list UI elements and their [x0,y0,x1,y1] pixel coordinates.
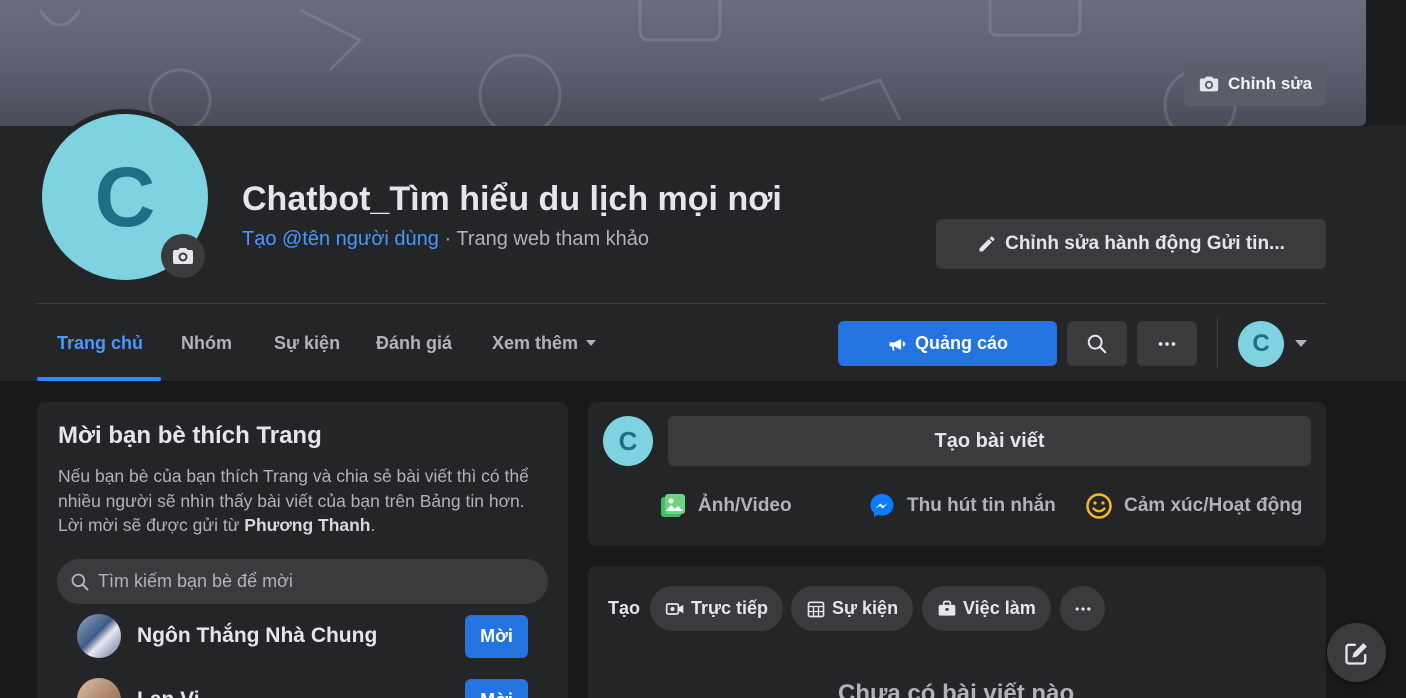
invite-friend-button[interactable]: Mời [465,615,528,658]
empty-feed-text: Chưa có bài viết nào [838,680,1075,698]
list-item[interactable]: Ngôn Thắng Nhà Chung [77,614,377,658]
camera-icon [173,248,193,264]
new-message-button[interactable] [1327,623,1386,682]
tab-events-label: Sự kiện [274,332,341,353]
create-content-card: Tạo Trực tiếp Sự kiện Việc làm [588,566,1326,698]
invite-friends-card: Mời bạn bè thích Trang Nếu bạn bè của bạ… [37,402,568,698]
invite-sender: Phương Thanh [244,515,371,535]
edit-cover-label: Chỉnh sửa [1227,74,1313,93]
invite-desc-suffix: . [370,515,376,535]
briefcase-icon [938,600,956,616]
scrollbar-track [1366,0,1406,126]
caret-down-icon [586,340,597,346]
create-label: Tạo [608,598,641,618]
edit-send-message-action-button[interactable]: Chỉnh sửa hành động Gửi tin... [936,219,1326,269]
account-switcher-avatar[interactable]: C [1238,321,1284,367]
active-tab-indicator [37,377,161,381]
friend-name: Lan Vi [137,688,200,698]
messenger-icon [870,494,894,517]
toolbar-separator [1217,318,1218,368]
megaphone-icon [889,338,906,351]
chevron-down-icon[interactable] [1295,340,1307,347]
create-job-button[interactable]: Việc làm [922,586,1051,631]
header-divider [37,303,1326,304]
friend-search-placeholder: Tìm kiếm bạn bè để mời [98,571,293,591]
pencil-icon [979,236,995,252]
friend-name: Ngôn Thắng Nhà Chung [137,624,378,647]
feeling-activity-button[interactable]: Cảm xúc/Hoạt động [1084,490,1302,522]
advertise-label: Quảng cáo [914,333,1008,353]
invite-description: Nếu bạn bè của bạn thích Trang và chia s… [58,464,548,538]
live-video-icon [665,602,684,615]
compose-icon [1344,642,1367,665]
messenger-label: Thu hút tin nhắn [907,495,1056,516]
search-icon [1087,334,1107,353]
live-video-button[interactable]: Trực tiếp [650,586,784,631]
cover-photo: Chỉnh sửa [0,0,1366,126]
page-title: Chatbot_Tìm hiểu du lịch mọi nơi [242,180,782,218]
photo-video-label: Ảnh/Video [698,495,792,516]
tab-groups-label: Nhóm [181,332,232,353]
post-composer: C Tạo bài viết Ảnh/Video Thu hút tin nhắ… [588,402,1326,546]
feeling-activity-label: Cảm xúc/Hoạt động [1124,495,1303,516]
page-subtitle: Tạo @tên người dùng · Trang web tham khả… [242,228,649,251]
photo-icon [661,494,685,517]
messenger-button[interactable]: Thu hút tin nhắn [867,490,1056,522]
tab-home[interactable]: Trang chủ [57,322,143,364]
create-event-label: Sự kiện [832,598,899,618]
calendar-icon [807,601,825,617]
tab-groups[interactable]: Nhóm [181,322,232,364]
more-icon [1158,341,1176,346]
tab-reviews-label: Đánh giá [376,332,453,353]
avatar [77,614,121,658]
search-button[interactable] [1067,321,1127,366]
create-event-button[interactable]: Sự kiện [791,586,914,631]
tab-more[interactable]: Xem thêm [492,322,597,364]
create-username-link[interactable]: Tạo @tên người dùng [242,228,439,250]
photo-video-button[interactable]: Ảnh/Video [658,490,792,522]
list-item[interactable]: Lan Vi [77,678,200,698]
invite-title: Mời bạn bè thích Trang [58,422,322,449]
more-create-options-button[interactable] [1060,586,1105,631]
cover-pattern [38,0,1237,126]
live-video-label: Trực tiếp [691,598,769,618]
friend-search-input[interactable]: Tìm kiếm bạn bè để mời [57,559,548,604]
invite-friend-button[interactable]: Mời [465,679,528,698]
header-gutter [1366,126,1406,381]
edit-cover-button[interactable]: Chỉnh sửa [1184,62,1326,106]
advertise-button[interactable]: Quảng cáo [838,321,1057,366]
avatar: C [603,416,653,466]
create-job-label: Việc làm [963,598,1036,618]
more-icon [1075,606,1090,611]
tab-reviews[interactable]: Đánh giá [376,322,452,364]
tab-events[interactable]: Sự kiện [274,322,340,364]
create-post-input[interactable]: Tạo bài viết [668,416,1311,466]
edit-action-label: Chỉnh sửa hành động Gửi tin... [1005,233,1285,254]
page-category: · Trang web tham khảo [438,228,650,250]
more-options-button[interactable] [1137,321,1197,366]
tab-home-label: Trang chủ [57,332,144,353]
camera-icon [1199,76,1219,92]
avatar [77,678,121,698]
smile-icon [1086,493,1112,519]
update-avatar-button[interactable] [161,234,205,278]
tab-more-label: Xem thêm [492,332,579,353]
search-icon [71,573,89,590]
